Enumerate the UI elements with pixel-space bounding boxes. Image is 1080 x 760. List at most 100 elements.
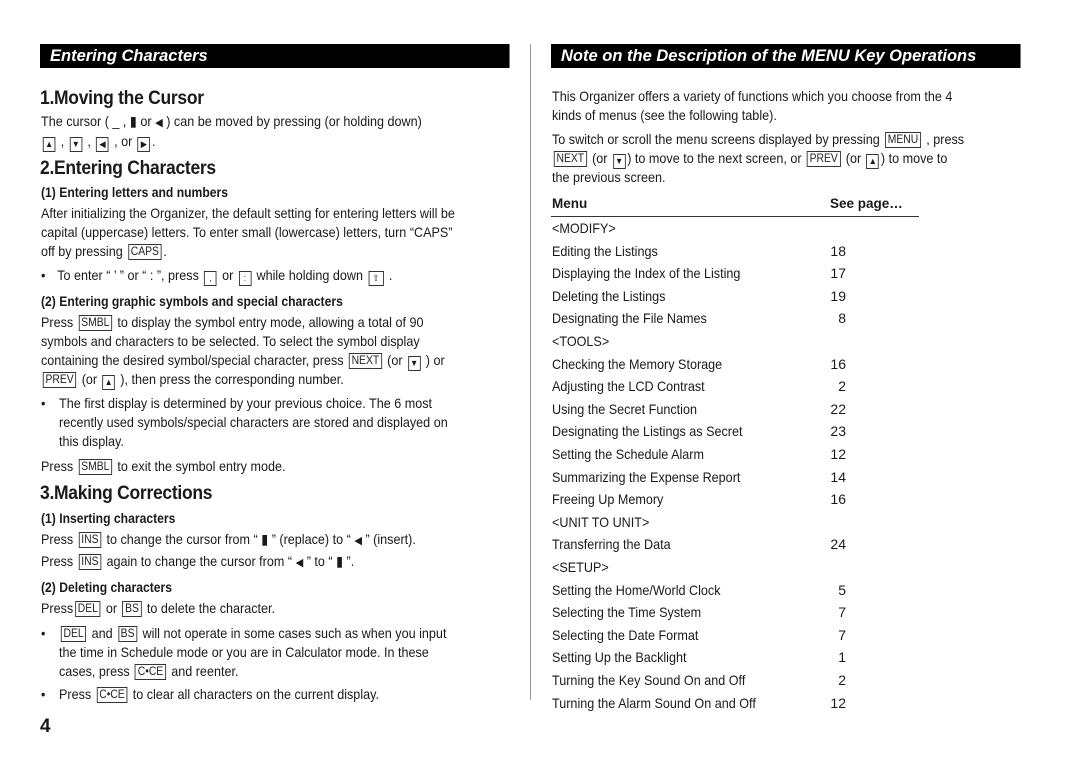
menu-key: MENU: [885, 132, 921, 148]
table-row-page: 16: [830, 491, 846, 507]
table-row-label: Summarizing the Expense Report: [552, 469, 741, 485]
table-row-label: Freeing Up Memory: [552, 491, 664, 507]
bullet-clear-display: • Press C•CE to clear all characters on …: [41, 683, 379, 705]
right-arrow-key-icon: ▶: [137, 137, 151, 152]
cce-key: C•CE: [135, 664, 166, 680]
heading-entering-characters: 2.Entering Characters: [40, 158, 216, 179]
insert-cursor-icon: ◀: [354, 535, 362, 547]
table-row-label: Adjusting the LCD Contrast: [552, 378, 705, 394]
next-key: NEXT: [553, 151, 587, 167]
table-row-page: 22: [830, 401, 846, 417]
table-row-page: 12: [830, 446, 846, 462]
bullet-icon: •: [41, 395, 46, 411]
table-header-menu: Menu: [552, 196, 588, 211]
table-row-page: 14: [830, 469, 846, 485]
section-header-entering-characters: Entering Characters: [40, 44, 510, 68]
table-row-label: Setting the Schedule Alarm: [552, 446, 705, 462]
intro-paragraph-line2: kinds of menus (see the following table)…: [552, 107, 777, 123]
heading-moving-cursor: 1.Moving the Cursor: [40, 88, 204, 109]
ins-key: INS: [78, 532, 102, 548]
table-row-page: 18: [830, 243, 846, 259]
table-row-label: Turning the Key Sound On and Off: [552, 672, 746, 688]
colon-key-icon: :: [238, 271, 252, 286]
bullet-enter-apostrophe: • To enter “ ’ ” or “ : ”, press , or : …: [41, 264, 473, 286]
table-row-label: Turning the Alarm Sound On and Off: [552, 695, 756, 711]
down-arrow-key-icon: ▼: [407, 356, 421, 371]
shift-key-icon: ⇧: [368, 271, 384, 286]
table-row-label: Displaying the Index of the Listing: [552, 265, 741, 281]
column-divider: [530, 44, 531, 700]
table-row-page: 5: [838, 582, 846, 598]
subheading-deleting: (2) Deleting characters: [41, 580, 173, 595]
bullet-icon: •: [41, 267, 46, 283]
table-row-page: 2: [838, 378, 846, 394]
block-cursor-icon: ▮: [129, 113, 137, 129]
bs-key: BS: [117, 626, 138, 642]
table-row-label: Designating the Listings as Secret: [552, 423, 743, 439]
table-row-label: Designating the File Names: [552, 310, 707, 326]
comma-key-icon: ,: [204, 271, 217, 286]
prev-key: PREV: [806, 151, 841, 167]
exit-symbol-paragraph: Press SMBL to exit the symbol entry mode…: [41, 458, 286, 475]
table-header-see-page: See page…: [830, 196, 903, 211]
table-category-label: <MODIFY>: [552, 220, 616, 236]
caps-key: CAPS: [128, 244, 162, 260]
letters-paragraph-line3: off by pressing CAPS.: [41, 243, 167, 260]
prev-key: PREV: [42, 372, 77, 388]
down-arrow-key-icon: ▼: [69, 137, 83, 152]
table-row-label: Selecting the Time System: [552, 604, 702, 620]
table-row-page: 8: [838, 310, 846, 326]
up-arrow-key-icon: ▲: [102, 375, 115, 390]
section-header-menu-key-note: Note on the Description of the MENU Key …: [551, 44, 1021, 68]
subheading-inserting: (1) Inserting characters: [41, 511, 176, 526]
table-category-label: <TOOLS>: [552, 333, 610, 349]
table-header-rule: [551, 216, 919, 217]
bullet-del-bs-note: • DEL and BS will not operate in some ca…: [41, 622, 446, 682]
insert-paragraph-line2: Press INS again to change the cursor fro…: [41, 553, 355, 570]
table-row-page: 16: [830, 356, 846, 372]
table-row-label: Setting Up the Backlight: [552, 649, 687, 665]
cce-key: C•CE: [96, 687, 128, 703]
up-arrow-key-icon: ▲: [866, 154, 880, 169]
del-key: DEL: [60, 626, 87, 642]
smbl-key: SMBL: [78, 315, 113, 331]
table-category-label: <SETUP>: [552, 559, 609, 575]
table-row-label: Checking the Memory Storage: [552, 356, 723, 372]
table-row-label: Transferring the Data: [552, 536, 671, 552]
table-row-label: Deleting the Listings: [552, 288, 666, 304]
table-row-label: Editing the Listings: [552, 243, 658, 259]
table-row-page: 12: [830, 695, 846, 711]
left-arrow-key-icon: ◀: [96, 137, 109, 152]
cursor-paragraph-line2: ▲ , ▼ , ◀ , or ▶.: [41, 130, 156, 152]
bullet-first-display: • The first display is determined by you…: [41, 392, 448, 452]
subheading-letters-numbers: (1) Entering letters and numbers: [41, 185, 229, 200]
table-row-page: 19: [830, 288, 846, 304]
table-category-label: <UNIT TO UNIT>: [552, 514, 650, 530]
table-row-page: 17: [830, 265, 846, 281]
next-key: NEXT: [348, 353, 382, 369]
table-row-page: 23: [830, 423, 846, 439]
switch-paragraph-line3: the previous screen.: [552, 169, 666, 185]
subheading-graphic-symbols: (2) Entering graphic symbols and special…: [41, 294, 343, 309]
block-cursor-icon: ▮: [336, 553, 344, 569]
insert-paragraph-line1: Press INS to change the cursor from “ ▮ …: [41, 531, 416, 548]
del-key: DEL: [75, 601, 101, 617]
table-row-page: 1: [838, 649, 846, 665]
table-row-page: 24: [830, 536, 846, 552]
smbl-key: SMBL: [78, 459, 113, 475]
table-row-page: 7: [838, 627, 846, 643]
page-number: 4: [40, 716, 51, 737]
table-row-page: 7: [838, 604, 846, 620]
table-row-label: Using the Secret Function: [552, 401, 697, 417]
heading-making-corrections: 3.Making Corrections: [40, 483, 213, 504]
bs-key: BS: [122, 601, 142, 617]
ins-key: INS: [78, 554, 102, 570]
bullet-icon: •: [41, 686, 46, 702]
table-row-label: Selecting the Date Format: [552, 627, 699, 643]
table-row-label: Setting the Home/World Clock: [552, 582, 721, 598]
table-row-page: 2: [838, 672, 846, 688]
bullet-icon: •: [41, 625, 46, 641]
symbols-paragraph-line4: PREV (or ▲ ), then press the correspondi…: [41, 368, 344, 390]
delete-paragraph: Press DEL or BS to delete the character.: [41, 600, 276, 617]
up-arrow-key-icon: ▲: [42, 137, 56, 152]
